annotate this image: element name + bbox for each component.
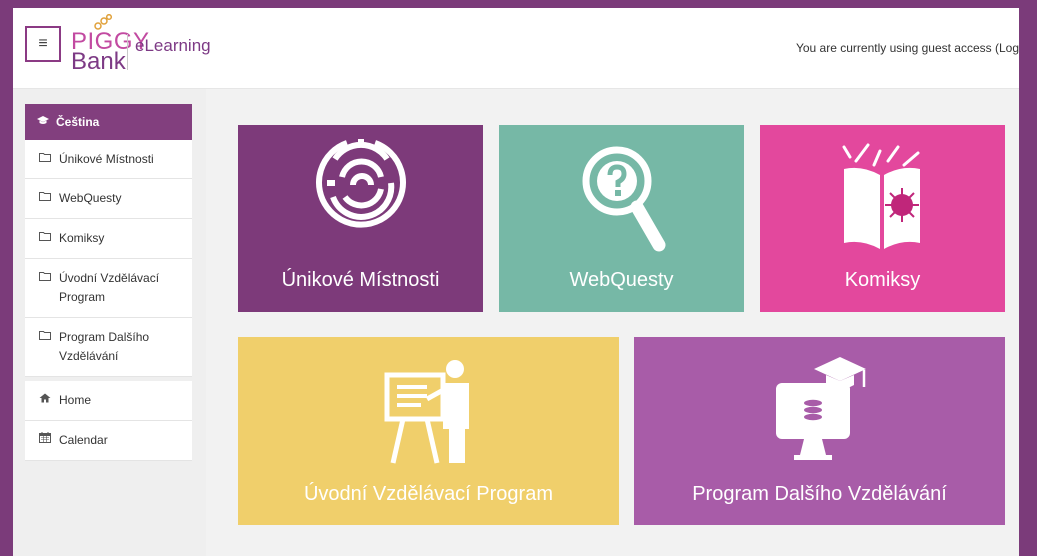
guest-access-notice: You are currently using guest access (Lo… bbox=[795, 41, 1019, 55]
sidebar-item-label: Home bbox=[59, 393, 92, 407]
magnifier-question-icon bbox=[582, 146, 666, 252]
sidebar-item-label: Únikové Místnosti bbox=[59, 152, 154, 166]
sidebar-item-komiksy[interactable]: Komiksy bbox=[25, 219, 192, 259]
sidebar-item-label: Komiksy bbox=[59, 231, 105, 245]
course-tile-uvodni-vzdelavaci-program[interactable]: Úvodní Vzdělávací Program bbox=[238, 337, 619, 525]
logo-divider bbox=[127, 34, 128, 70]
course-tile-komiksy[interactable]: Komiksy bbox=[760, 125, 1005, 312]
course-tile-unikove-mistnosti[interactable]: Únikové Místnosti bbox=[238, 125, 483, 312]
folder-icon bbox=[39, 269, 55, 288]
sidebar-item-label: Program Dalšího Vzdělávání bbox=[59, 330, 150, 363]
folder-icon bbox=[39, 150, 55, 169]
sidebar-language-header[interactable]: Čeština bbox=[25, 104, 192, 140]
folder-icon bbox=[39, 229, 55, 248]
maze-icon bbox=[316, 139, 406, 228]
menu-toggle-button[interactable]: ≡ bbox=[25, 26, 61, 62]
tile-label: Program Dalšího Vzdělávání bbox=[692, 483, 947, 505]
sidebar-item-label: WebQuesty bbox=[59, 191, 122, 205]
site-logo[interactable]: PIGGY Bank eLearning bbox=[71, 14, 231, 78]
sidebar-item-program-dalsiho-vzdelavani[interactable]: Program Dalšího Vzdělávání bbox=[25, 318, 192, 377]
sidebar-item-label: Úvodní Vzdělávací Program bbox=[59, 271, 160, 304]
sidebar-item-label: Calendar bbox=[59, 433, 108, 447]
sidebar-item-webquesty[interactable]: WebQuesty bbox=[25, 179, 192, 219]
open-book-icon bbox=[842, 143, 920, 249]
sidebar-item-unikove-mistnosti[interactable]: Únikové Místnosti bbox=[25, 140, 192, 179]
sidebar-item-uvodni-vzdelavaci-program[interactable]: Úvodní Vzdělávací Program bbox=[25, 259, 192, 318]
sidebar-item-calendar[interactable]: Calendar bbox=[25, 421, 192, 461]
tile-label: Únikové Místnosti bbox=[281, 269, 440, 291]
course-tile-program-dalsiho-vzdelavani[interactable]: Program Dalšího Vzdělávání bbox=[634, 337, 1005, 525]
tile-label: WebQuesty bbox=[569, 269, 674, 291]
top-navbar: ≡ PIGGY Bank eLearning You are currently… bbox=[13, 8, 1019, 89]
course-tile-webquesty[interactable]: WebQuesty bbox=[499, 125, 744, 312]
home-icon bbox=[39, 391, 55, 410]
tile-label: Úvodní Vzdělávací Program bbox=[303, 483, 553, 505]
logo-elearning-text: eLearning bbox=[135, 36, 211, 55]
logo-bank-text: Bank bbox=[71, 48, 126, 75]
graduation-cap-icon bbox=[36, 115, 50, 129]
sidebar-item-home[interactable]: Home bbox=[25, 381, 192, 421]
sidebar: Čeština Únikové Místnosti WebQuesty Komi… bbox=[25, 104, 192, 461]
hamburger-icon: ≡ bbox=[38, 35, 48, 52]
tile-label: Komiksy bbox=[844, 269, 921, 291]
graduation-monitor-icon bbox=[776, 357, 866, 460]
folder-icon bbox=[39, 189, 55, 208]
sidebar-header-label: Čeština bbox=[56, 115, 100, 129]
presentation-icon bbox=[384, 360, 469, 464]
calendar-icon bbox=[39, 431, 55, 450]
folder-icon bbox=[39, 328, 55, 347]
app-frame: ≡ PIGGY Bank eLearning You are currently… bbox=[13, 8, 1019, 556]
